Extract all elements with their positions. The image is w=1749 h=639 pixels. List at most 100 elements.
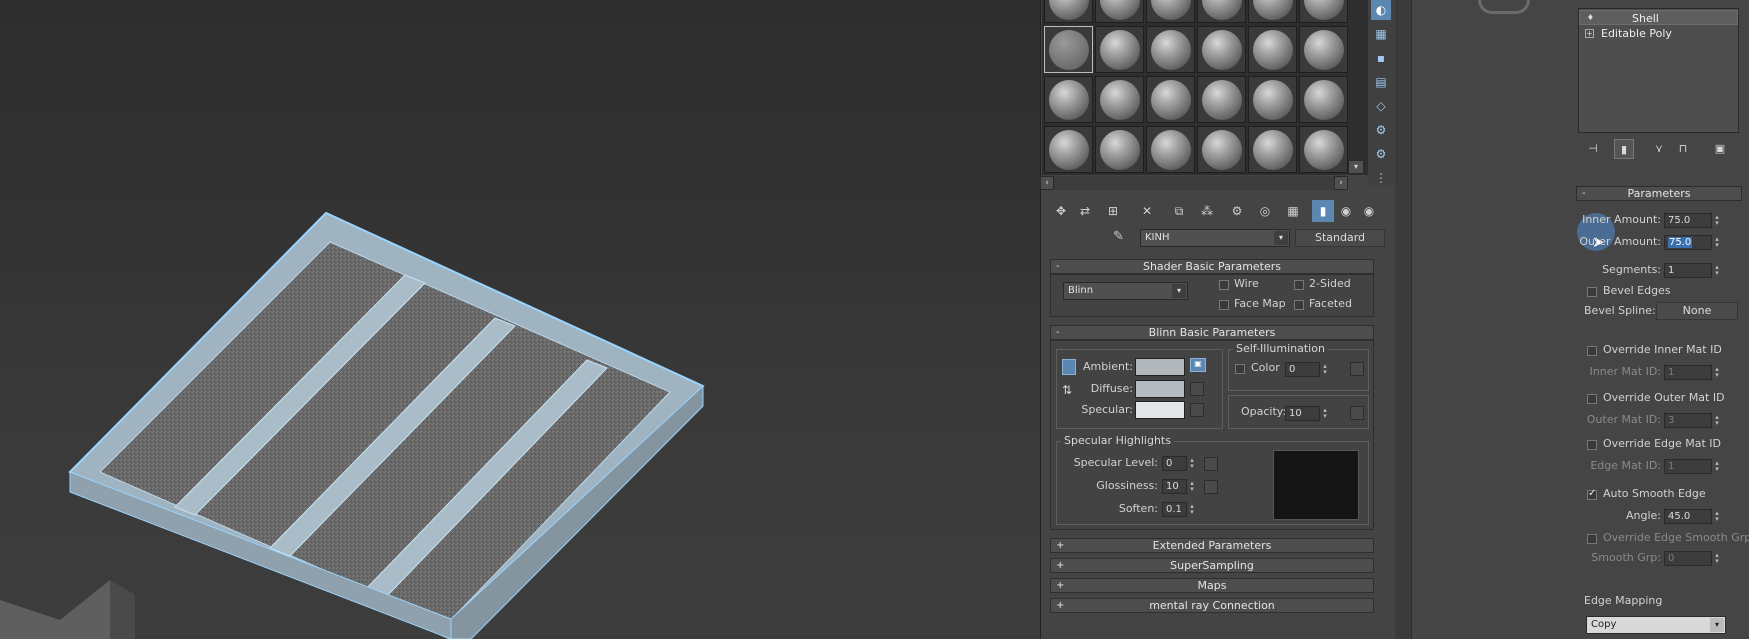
select-by-material-icon[interactable]: ⋮ bbox=[1371, 168, 1391, 188]
extended-parameters-rollout[interactable]: + Extended Parameters bbox=[1050, 538, 1374, 553]
show-end-result-icon[interactable]: ▮ bbox=[1312, 200, 1334, 222]
material-sample-slot[interactable] bbox=[1146, 126, 1195, 173]
remove-modifier-icon[interactable]: ⊓ bbox=[1673, 139, 1693, 159]
spinner-arrows-icon[interactable]: ▴ ▾ bbox=[1713, 214, 1721, 228]
material-sample-slot[interactable] bbox=[1248, 126, 1297, 173]
specular-map-button[interactable] bbox=[1190, 403, 1204, 417]
put-to-library-icon[interactable]: ⚙ bbox=[1226, 200, 1248, 222]
material-sample-slot[interactable] bbox=[1248, 26, 1297, 73]
override-inner-mat-checkbox[interactable] bbox=[1587, 346, 1597, 356]
material-sample-slot[interactable] bbox=[1299, 126, 1348, 173]
options-icon[interactable]: ⚙ bbox=[1371, 144, 1391, 164]
scroll-left-icon[interactable]: ‹ bbox=[1040, 176, 1054, 190]
auto-smooth-edge-checkbox[interactable] bbox=[1587, 488, 1597, 500]
stack-item-shell[interactable]: ♦ Shell bbox=[1579, 10, 1738, 25]
scroll-down-icon[interactable]: ▾ bbox=[1348, 160, 1364, 174]
spinner-arrows-icon[interactable]: ▴ ▾ bbox=[1713, 510, 1721, 524]
go-forward-sibling-icon[interactable]: ◉ bbox=[1358, 200, 1380, 222]
sample-type-icon[interactable]: ◐ bbox=[1371, 0, 1391, 20]
slot-scrollbar[interactable]: ‹ › bbox=[1040, 176, 1348, 190]
blinn-basic-rollout-header[interactable]: - Blinn Basic Parameters bbox=[1050, 325, 1374, 340]
material-sample-slot[interactable] bbox=[1197, 26, 1246, 73]
assign-to-selection-icon[interactable]: ⊞ bbox=[1102, 200, 1124, 222]
put-to-scene-icon[interactable]: ⇄ bbox=[1074, 200, 1096, 222]
material-sample-slot[interactable] bbox=[1095, 76, 1144, 123]
specular-level-spinner[interactable]: 0 ▴ ▾ bbox=[1162, 456, 1194, 471]
wire-checkbox[interactable] bbox=[1219, 280, 1229, 290]
make-copy-icon[interactable]: ⧉ bbox=[1168, 200, 1190, 222]
pin-stack-icon[interactable]: ⊣ bbox=[1583, 139, 1603, 159]
spinner-arrows-icon[interactable]: ▴ ▾ bbox=[1713, 414, 1721, 428]
material-sample-slot[interactable] bbox=[1095, 0, 1144, 23]
inner-mat-id-spinner[interactable]: 1 ▴ ▾ bbox=[1664, 365, 1719, 380]
specular-color-swatch[interactable] bbox=[1135, 401, 1185, 419]
outer-amount-spinner[interactable]: 75.0 ▴ ▾ bbox=[1664, 235, 1719, 250]
self-illum-value-spinner[interactable]: 0 ▴ ▾ bbox=[1285, 362, 1327, 377]
self-illum-map-button[interactable] bbox=[1350, 362, 1364, 376]
diffuse-color-swatch[interactable] bbox=[1135, 380, 1185, 398]
pick-material-eyedropper-icon[interactable]: ✎ bbox=[1113, 229, 1131, 247]
expand-icon[interactable]: + bbox=[1585, 29, 1594, 38]
material-sample-slot[interactable] bbox=[1197, 126, 1246, 173]
parameters-rollout-header[interactable]: - Parameters bbox=[1576, 186, 1742, 201]
override-edge-mat-checkbox[interactable] bbox=[1587, 440, 1597, 450]
modifier-stack[interactable]: ♦ Shell + Editable Poly bbox=[1578, 8, 1739, 133]
bulb-icon[interactable]: ♦ bbox=[1586, 14, 1595, 23]
edge-mapping-dropdown[interactable]: Copy ▾ bbox=[1586, 616, 1726, 634]
get-material-icon[interactable]: ✥ bbox=[1050, 200, 1072, 222]
material-sample-slot[interactable] bbox=[1095, 26, 1144, 73]
lock-ambient-diffuse-icon[interactable] bbox=[1062, 359, 1076, 375]
show-map-icon[interactable]: ▦ bbox=[1282, 200, 1304, 222]
lock-ambient-map-icon[interactable]: ▣ bbox=[1190, 358, 1206, 372]
smooth-grp-spinner[interactable]: 0 ▴ ▾ bbox=[1664, 551, 1719, 566]
shader-type-dropdown[interactable]: Blinn ▾ bbox=[1063, 282, 1188, 300]
spinner-arrows-icon[interactable]: ▴ ▾ bbox=[1188, 503, 1196, 517]
diffuse-map-button[interactable] bbox=[1190, 382, 1204, 396]
face-map-checkbox[interactable] bbox=[1219, 300, 1229, 310]
material-name-field[interactable]: KINH ▾ bbox=[1140, 229, 1290, 247]
soften-spinner[interactable]: 0.1 ▴ ▾ bbox=[1162, 502, 1194, 517]
material-sample-slot[interactable] bbox=[1197, 0, 1246, 23]
configure-modifier-sets-icon[interactable]: ▣ bbox=[1710, 139, 1730, 159]
spinner-arrows-icon[interactable]: ▴ ▾ bbox=[1321, 407, 1329, 421]
segments-spinner[interactable]: 1 ▴ ▾ bbox=[1664, 263, 1719, 278]
material-sample-slot[interactable] bbox=[1044, 26, 1093, 73]
material-sample-slot[interactable] bbox=[1299, 26, 1348, 73]
two-sided-checkbox[interactable] bbox=[1294, 280, 1304, 290]
self-illum-color-checkbox[interactable] bbox=[1235, 364, 1245, 374]
override-outer-mat-checkbox[interactable] bbox=[1587, 394, 1597, 404]
material-sample-slot[interactable] bbox=[1146, 26, 1195, 73]
material-id-channel-icon[interactable]: ◎ bbox=[1254, 200, 1276, 222]
glossiness-spinner[interactable]: 10 ▴ ▾ bbox=[1162, 479, 1194, 494]
maps-rollout[interactable]: + Maps bbox=[1050, 578, 1374, 593]
spinner-arrows-icon[interactable]: ▴ ▾ bbox=[1188, 480, 1196, 494]
material-sample-slot[interactable] bbox=[1146, 76, 1195, 123]
opacity-spinner[interactable]: 10 ▴ ▾ bbox=[1285, 406, 1327, 421]
material-type-button[interactable]: Standard bbox=[1295, 229, 1385, 247]
shader-basic-rollout-header[interactable]: - Shader Basic Parameters bbox=[1050, 259, 1374, 274]
scroll-right-icon[interactable]: › bbox=[1334, 176, 1348, 190]
inner-amount-spinner[interactable]: 75.0 ▴ ▾ bbox=[1664, 213, 1719, 228]
spinner-arrows-icon[interactable]: ▴ ▾ bbox=[1713, 366, 1721, 380]
outer-mat-id-spinner[interactable]: 3 ▴ ▾ bbox=[1664, 413, 1719, 428]
material-sample-slot[interactable] bbox=[1248, 0, 1297, 23]
stack-item-editable-poly[interactable]: + Editable Poly bbox=[1579, 26, 1738, 41]
make-unique-icon[interactable]: ⁂ bbox=[1196, 200, 1218, 222]
video-color-check-icon[interactable]: ◇ bbox=[1371, 96, 1391, 116]
ambient-color-swatch[interactable] bbox=[1135, 358, 1185, 376]
viewcube-ring-icon[interactable] bbox=[1478, 0, 1530, 14]
specular-level-map-button[interactable] bbox=[1204, 457, 1218, 471]
make-unique-icon[interactable]: ⋎ bbox=[1649, 139, 1669, 159]
show-end-result-icon[interactable]: ▮ bbox=[1614, 139, 1634, 159]
material-sample-slot[interactable] bbox=[1197, 76, 1246, 123]
angle-spinner[interactable]: 45.0 ▴ ▾ bbox=[1664, 509, 1719, 524]
reset-map-icon[interactable]: ✕ bbox=[1136, 200, 1158, 222]
glossiness-map-button[interactable] bbox=[1204, 480, 1218, 494]
lock-diffuse-specular-icon[interactable]: ⇅ bbox=[1062, 384, 1074, 398]
mental-ray-connection-rollout[interactable]: + mental ray Connection bbox=[1050, 598, 1374, 613]
material-sample-slot[interactable] bbox=[1044, 76, 1093, 123]
opacity-map-button[interactable] bbox=[1350, 406, 1364, 420]
spinner-arrows-icon[interactable]: ▴ ▾ bbox=[1713, 236, 1721, 250]
spinner-arrows-icon[interactable]: ▴ ▾ bbox=[1713, 552, 1721, 566]
material-sample-slot[interactable] bbox=[1044, 126, 1093, 173]
